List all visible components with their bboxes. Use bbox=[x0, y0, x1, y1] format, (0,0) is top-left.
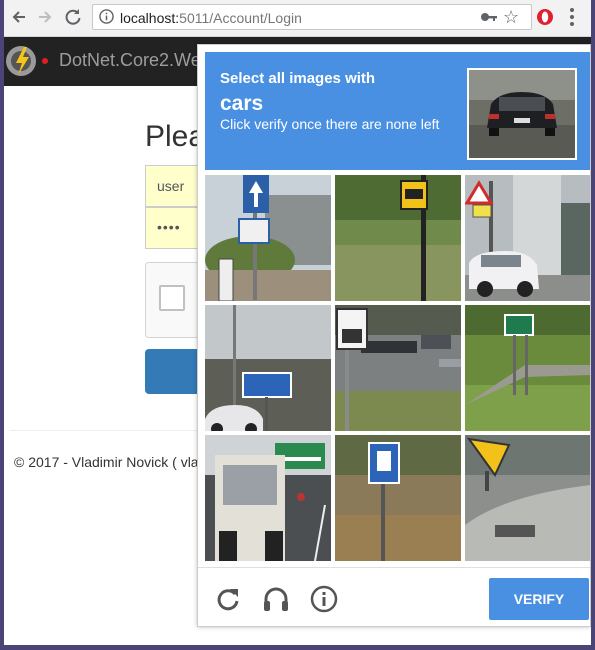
browser-window: localhost:5011/Account/Login ☆ DotNet.Co… bbox=[4, 0, 591, 645]
grid-tile[interactable] bbox=[205, 435, 331, 561]
grid-tile[interactable] bbox=[465, 175, 590, 301]
sample-car-image bbox=[467, 68, 577, 160]
recaptcha-challenge: Select all images with cars Click verify… bbox=[197, 44, 591, 627]
challenge-header: Select all images with cars Click verify… bbox=[205, 52, 590, 170]
footer-divider bbox=[10, 430, 200, 431]
challenge-keyword: cars bbox=[220, 92, 264, 115]
image-grid bbox=[205, 175, 590, 565]
audio-icon[interactable] bbox=[262, 585, 290, 613]
grid-tile[interactable] bbox=[205, 175, 331, 301]
recaptcha-checkbox[interactable] bbox=[159, 285, 185, 311]
grid-tile[interactable] bbox=[465, 435, 590, 561]
grid-tile[interactable] bbox=[205, 305, 331, 431]
grid-tile[interactable] bbox=[335, 435, 461, 561]
challenge-prompt: Select all images with bbox=[220, 70, 376, 87]
challenge-footer: VERIFY bbox=[198, 567, 590, 626]
key-icon[interactable] bbox=[480, 10, 498, 24]
url-text: localhost:5011/Account/Login bbox=[120, 10, 302, 26]
verify-button[interactable]: VERIFY bbox=[489, 578, 589, 620]
info-icon[interactable] bbox=[99, 9, 114, 24]
grid-tile[interactable] bbox=[335, 305, 461, 431]
logo-icon[interactable] bbox=[4, 41, 52, 81]
grid-tile[interactable] bbox=[335, 175, 461, 301]
forward-icon[interactable] bbox=[34, 6, 56, 28]
opera-extension-icon[interactable] bbox=[536, 8, 554, 26]
browser-menu-icon[interactable] bbox=[570, 7, 574, 27]
bookmark-star-icon[interactable]: ☆ bbox=[503, 6, 519, 28]
grid-tile[interactable] bbox=[465, 305, 590, 431]
address-bar[interactable]: localhost:5011/Account/Login ☆ bbox=[92, 4, 532, 30]
site-brand[interactable]: DotNet.Core2.We bbox=[59, 50, 201, 71]
reload-icon[interactable] bbox=[214, 585, 242, 613]
reload-page-icon[interactable] bbox=[62, 6, 84, 28]
back-icon[interactable] bbox=[8, 6, 30, 28]
browser-toolbar: localhost:5011/Account/Login ☆ bbox=[4, 0, 591, 37]
challenge-instruction: Click verify once there are none left bbox=[220, 116, 440, 132]
info-icon[interactable] bbox=[310, 585, 338, 613]
footer-copyright: © 2017 - Vladimir Novick ( vla bbox=[14, 454, 199, 470]
